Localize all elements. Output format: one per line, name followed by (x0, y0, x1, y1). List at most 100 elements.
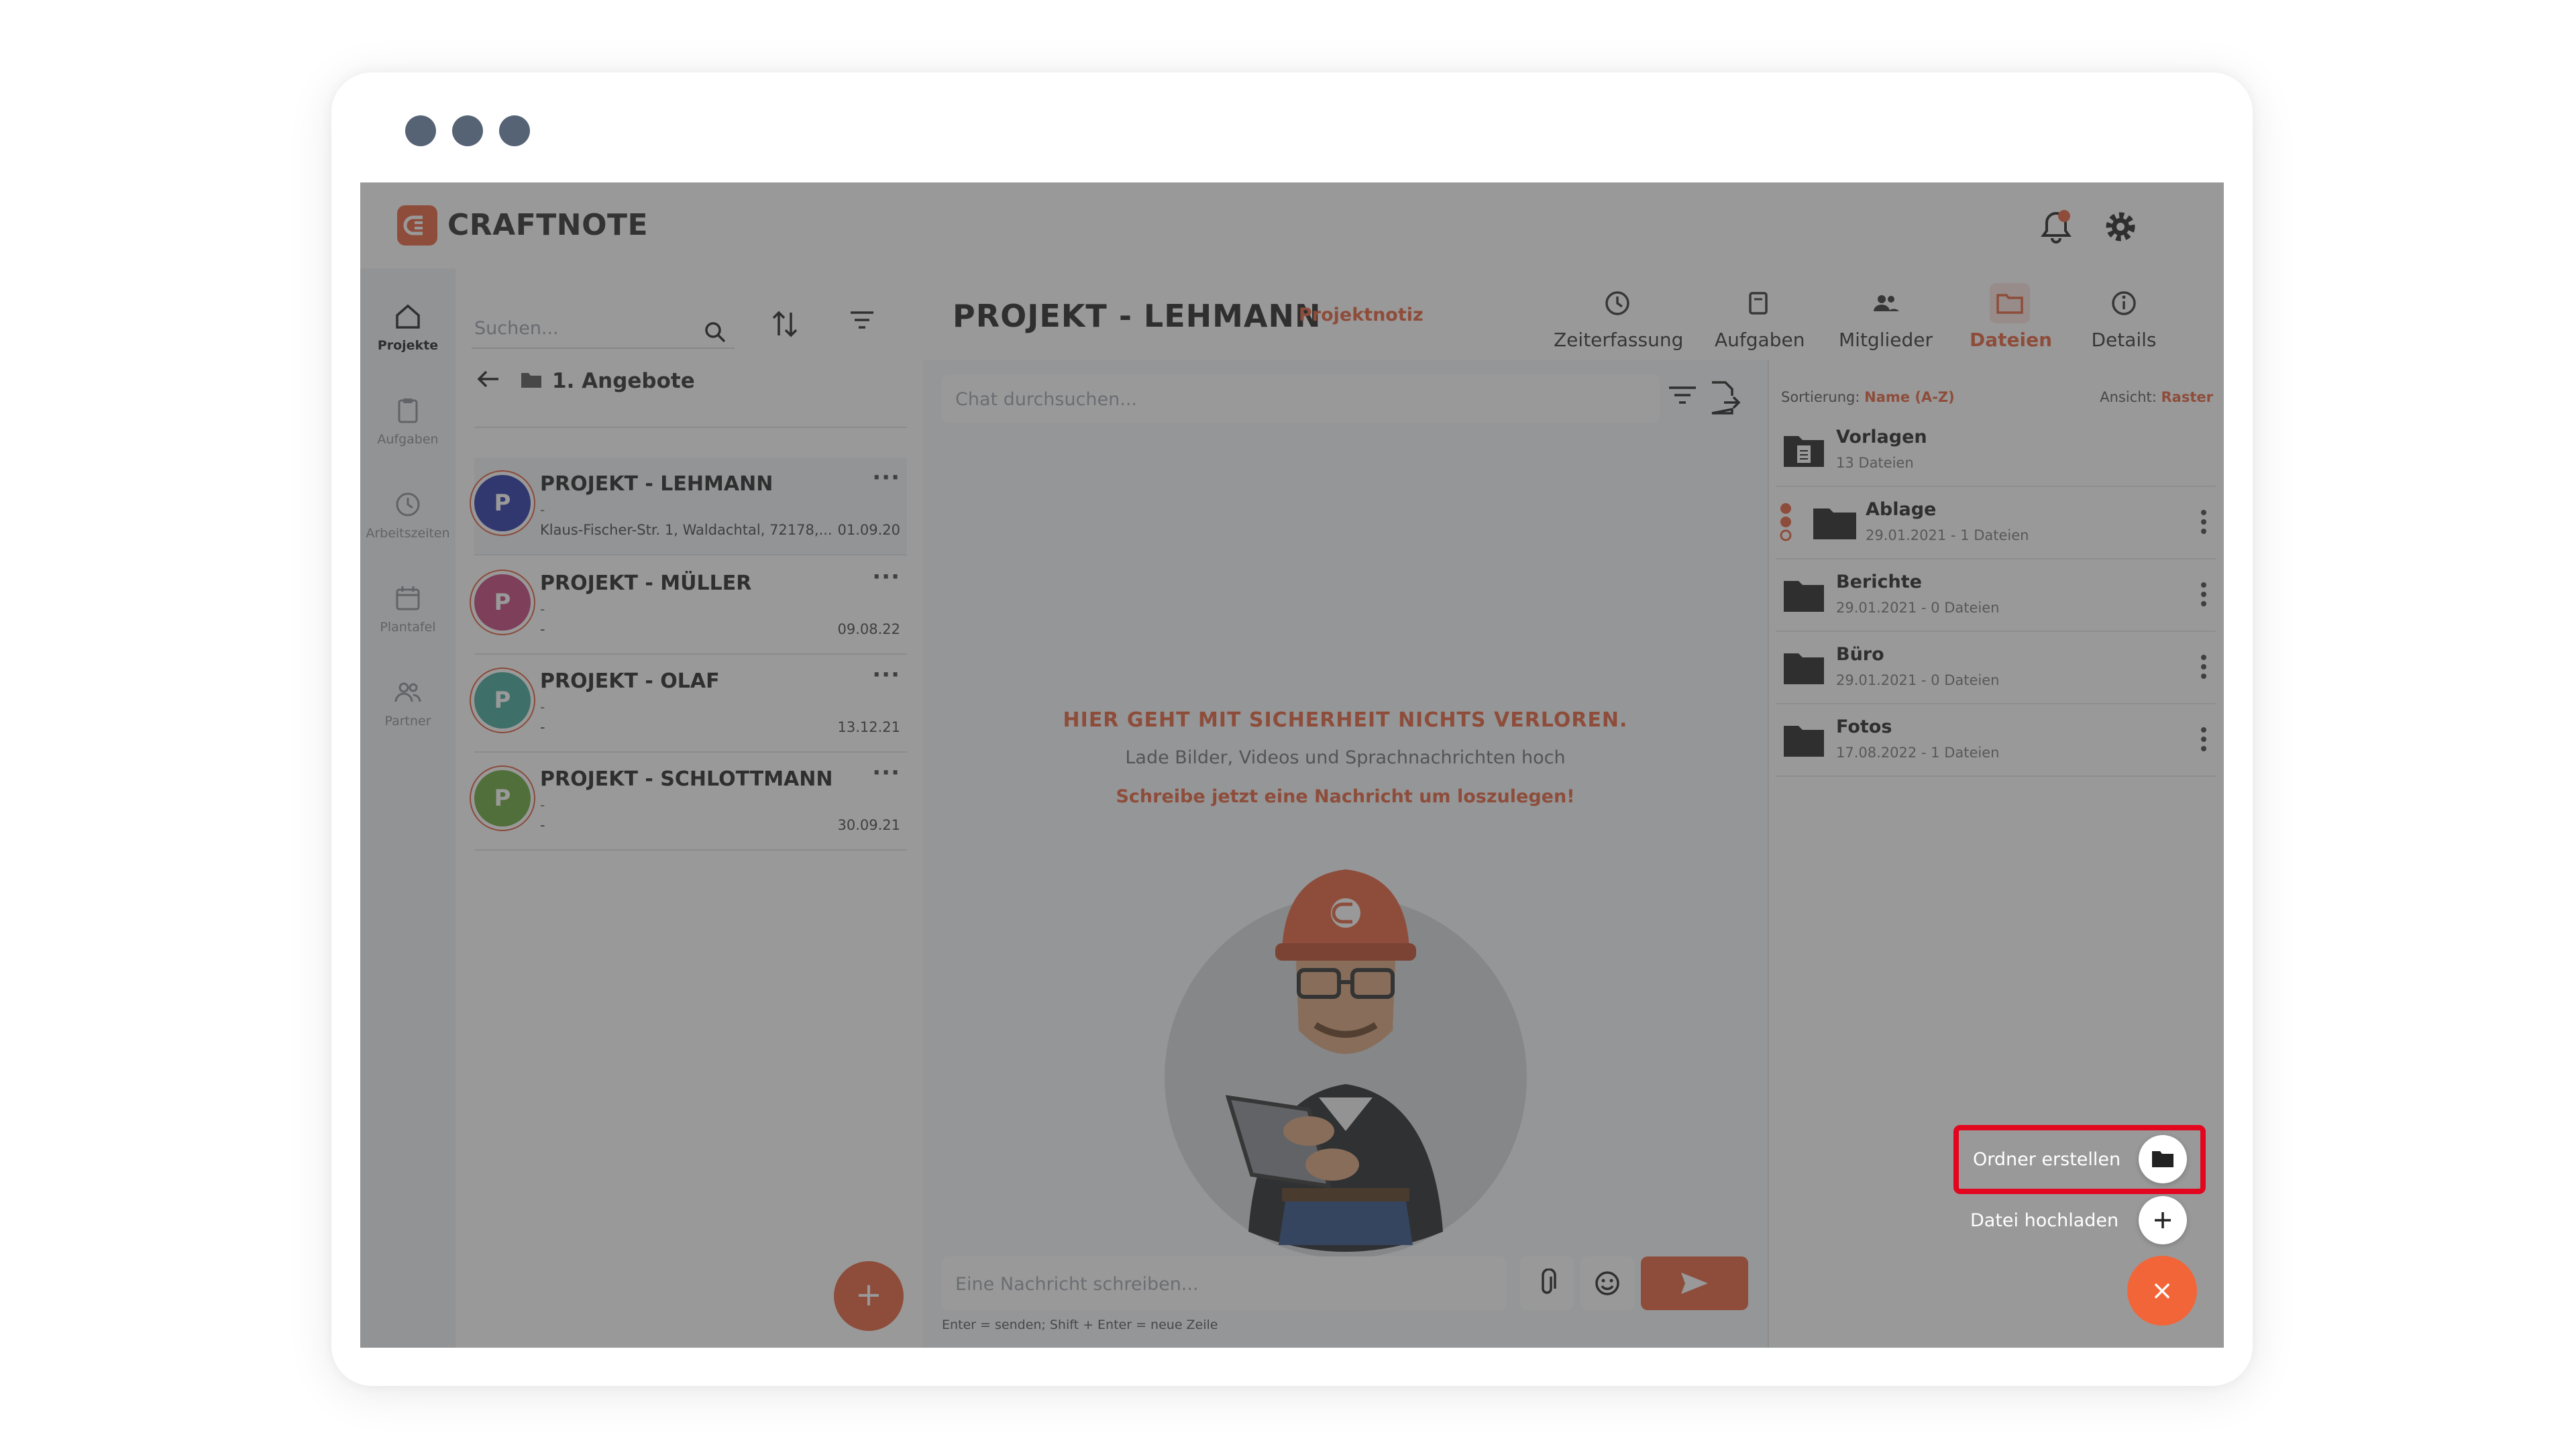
more-options-icon[interactable]: ··· (872, 759, 900, 786)
folder-meta: 13 Dateien (1836, 455, 1914, 471)
empty-state-cta: Schreibe jetzt eine Nachricht um loszule… (1116, 786, 1575, 807)
project-title: PROJEKT - SCHLOTTMANN (540, 767, 833, 791)
send-icon (1681, 1273, 1708, 1294)
project-date: 30.09.21 (837, 817, 900, 833)
folder-row[interactable]: Vorlagen 13 Dateien (1776, 415, 2216, 487)
folder-name: Berichte (1836, 572, 1922, 592)
project-address: - (540, 621, 545, 637)
folder-name: Fotos (1836, 716, 1892, 737)
nav-item-partner[interactable]: Partner (360, 678, 455, 729)
add-project-button[interactable]: + (834, 1261, 904, 1331)
project-date: 09.08.22 (837, 621, 900, 637)
more-options-icon[interactable]: ··· (872, 661, 900, 688)
close-fab-button[interactable]: × (2127, 1256, 2197, 1326)
divider (474, 427, 907, 428)
avatar: P (474, 574, 531, 631)
sort-selector[interactable]: Sortierung: Name (A-Z) (1781, 389, 1955, 405)
folder-icon (2152, 1151, 2174, 1167)
home-icon (396, 304, 420, 329)
template-folder-icon (1784, 436, 1824, 467)
more-options-icon[interactable]: ··· (872, 464, 900, 491)
chat-search-input[interactable]: Chat durchsuchen... (942, 374, 1660, 423)
empty-state-title: HIER GEHT MIT SICHERHEIT NICHTS VERLOREN… (1063, 708, 1628, 732)
window-dot (452, 115, 483, 146)
project-row[interactable]: P PROJEKT - SCHLOTTMANN ··· - - 30.09.21 (474, 753, 907, 851)
avatar: P (474, 770, 531, 826)
folder-row[interactable]: Berichte 29.01.2021 - 0 Dateien (1776, 559, 2216, 632)
export-file-icon[interactable] (1708, 380, 1741, 416)
send-button[interactable] (1641, 1256, 1748, 1310)
breadcrumb: 1. Angebote (552, 369, 695, 393)
project-header: PROJEKT - LEHMANN Projektnotiz Zeiterfas… (923, 268, 2224, 361)
nav-item-projekte[interactable]: Projekte (360, 302, 455, 353)
project-list-panel: Suchen... 1. Angebote P PROJEKT - LEHMAN… (455, 268, 924, 1348)
folder-name: Ablage (1866, 499, 1937, 520)
folder-name: Vorlagen (1836, 427, 1927, 447)
clipboard-icon (1749, 292, 1768, 315)
empty-state-text: Lade Bilder, Videos und Sprachnachrichte… (1125, 747, 1566, 768)
attach-file-button[interactable] (1520, 1256, 1574, 1310)
upload-file-label[interactable]: Datei hochladen (1970, 1210, 2118, 1231)
project-row[interactable]: P PROJEKT - OLAF ··· - - 13.12.21 (474, 655, 907, 753)
back-arrow-icon[interactable] (474, 365, 502, 393)
kebab-menu-icon[interactable] (2198, 508, 2209, 535)
page-title: PROJEKT - LEHMANN (953, 298, 1322, 334)
kebab-menu-icon[interactable] (2198, 653, 2209, 680)
notification-bell-icon[interactable] (2037, 208, 2075, 248)
chat-panel: Chat durchsuchen... HIER GEHT MIT SICHER… (923, 360, 1768, 1348)
clipboard-icon (398, 398, 418, 423)
plus-icon (2155, 1212, 2171, 1228)
folder-meta: 29.01.2021 - 1 Dateien (1866, 527, 2029, 543)
calendar-icon (396, 586, 420, 610)
status-dots-icon (1780, 503, 1792, 541)
search-field[interactable]: Suchen... (472, 292, 735, 349)
upload-file-button[interactable] (2139, 1196, 2187, 1244)
project-address: - (540, 817, 545, 833)
tab-details[interactable]: Details (2084, 283, 2164, 351)
project-row[interactable]: P PROJEKT - LEHMANN ··· - Klaus-Fischer-… (474, 458, 907, 555)
more-options-icon[interactable]: ··· (872, 564, 900, 590)
project-note-link[interactable]: Projektnotiz (1299, 305, 1424, 325)
message-input[interactable]: Eine Nachricht schreiben... (942, 1256, 1507, 1310)
chat-filter-icon[interactable] (1668, 384, 1697, 408)
nav-item-aufgaben[interactable]: Aufgaben (360, 396, 455, 447)
view-selector[interactable]: Ansicht: Raster (2100, 389, 2213, 405)
tab-mitglieder[interactable]: Mitglieder (1835, 283, 1936, 351)
project-address: - (540, 719, 545, 735)
smiley-icon (1595, 1271, 1619, 1295)
folder-row[interactable]: Büro 29.01.2021 - 0 Dateien (1776, 632, 2216, 704)
keyboard-hint: Enter = senden; Shift + Enter = neue Zei… (942, 1318, 1218, 1332)
nav-item-plantafel[interactable]: Plantafel (360, 584, 455, 635)
project-date: 13.12.21 (837, 719, 900, 735)
tab-dateien[interactable]: Dateien (1970, 283, 2052, 351)
folder-icon (1813, 508, 1856, 539)
folder-row[interactable]: Ablage 29.01.2021 - 1 Dateien (1776, 487, 2216, 559)
main-navigation: Projekte Aufgaben Arbeitszeiten Plantafe… (360, 268, 457, 1348)
create-folder-button[interactable] (2139, 1135, 2187, 1183)
folder-icon (1784, 726, 1824, 757)
emoji-button[interactable] (1580, 1256, 1634, 1310)
folder-icon (1996, 294, 2023, 314)
kebab-menu-icon[interactable] (2198, 726, 2209, 753)
paperclip-icon (1542, 1269, 1556, 1294)
settings-gear-icon[interactable] (2102, 208, 2139, 248)
top-bar: CRAFTNOTE (360, 182, 2224, 270)
tab-aufgaben[interactable]: Aufgaben (1715, 283, 1805, 351)
create-folder-label[interactable]: Ordner erstellen (1973, 1149, 2121, 1170)
members-icon (1874, 295, 1899, 311)
filter-icon[interactable] (848, 309, 876, 333)
avatar: P (474, 475, 531, 531)
avatar: P (474, 672, 531, 729)
craftsman-illustration (1165, 869, 1527, 1258)
nav-item-arbeitszeiten[interactable]: Arbeitszeiten (360, 490, 455, 541)
craftnote-logo-icon (397, 205, 437, 246)
sort-icon[interactable] (771, 309, 799, 339)
clock-icon (1605, 291, 1629, 315)
project-row[interactable]: P PROJEKT - MÜLLER ··· - - 09.08.22 (474, 557, 907, 655)
window-dot (499, 115, 530, 146)
app-name: CRAFTNOTE (447, 208, 649, 242)
tab-zeiterfassung[interactable]: Zeiterfassung (1554, 283, 1683, 351)
folder-row[interactable]: Fotos 17.08.2022 - 1 Dateien (1776, 704, 2216, 777)
kebab-menu-icon[interactable] (2198, 581, 2209, 608)
project-title: PROJEKT - MÜLLER (540, 572, 752, 595)
